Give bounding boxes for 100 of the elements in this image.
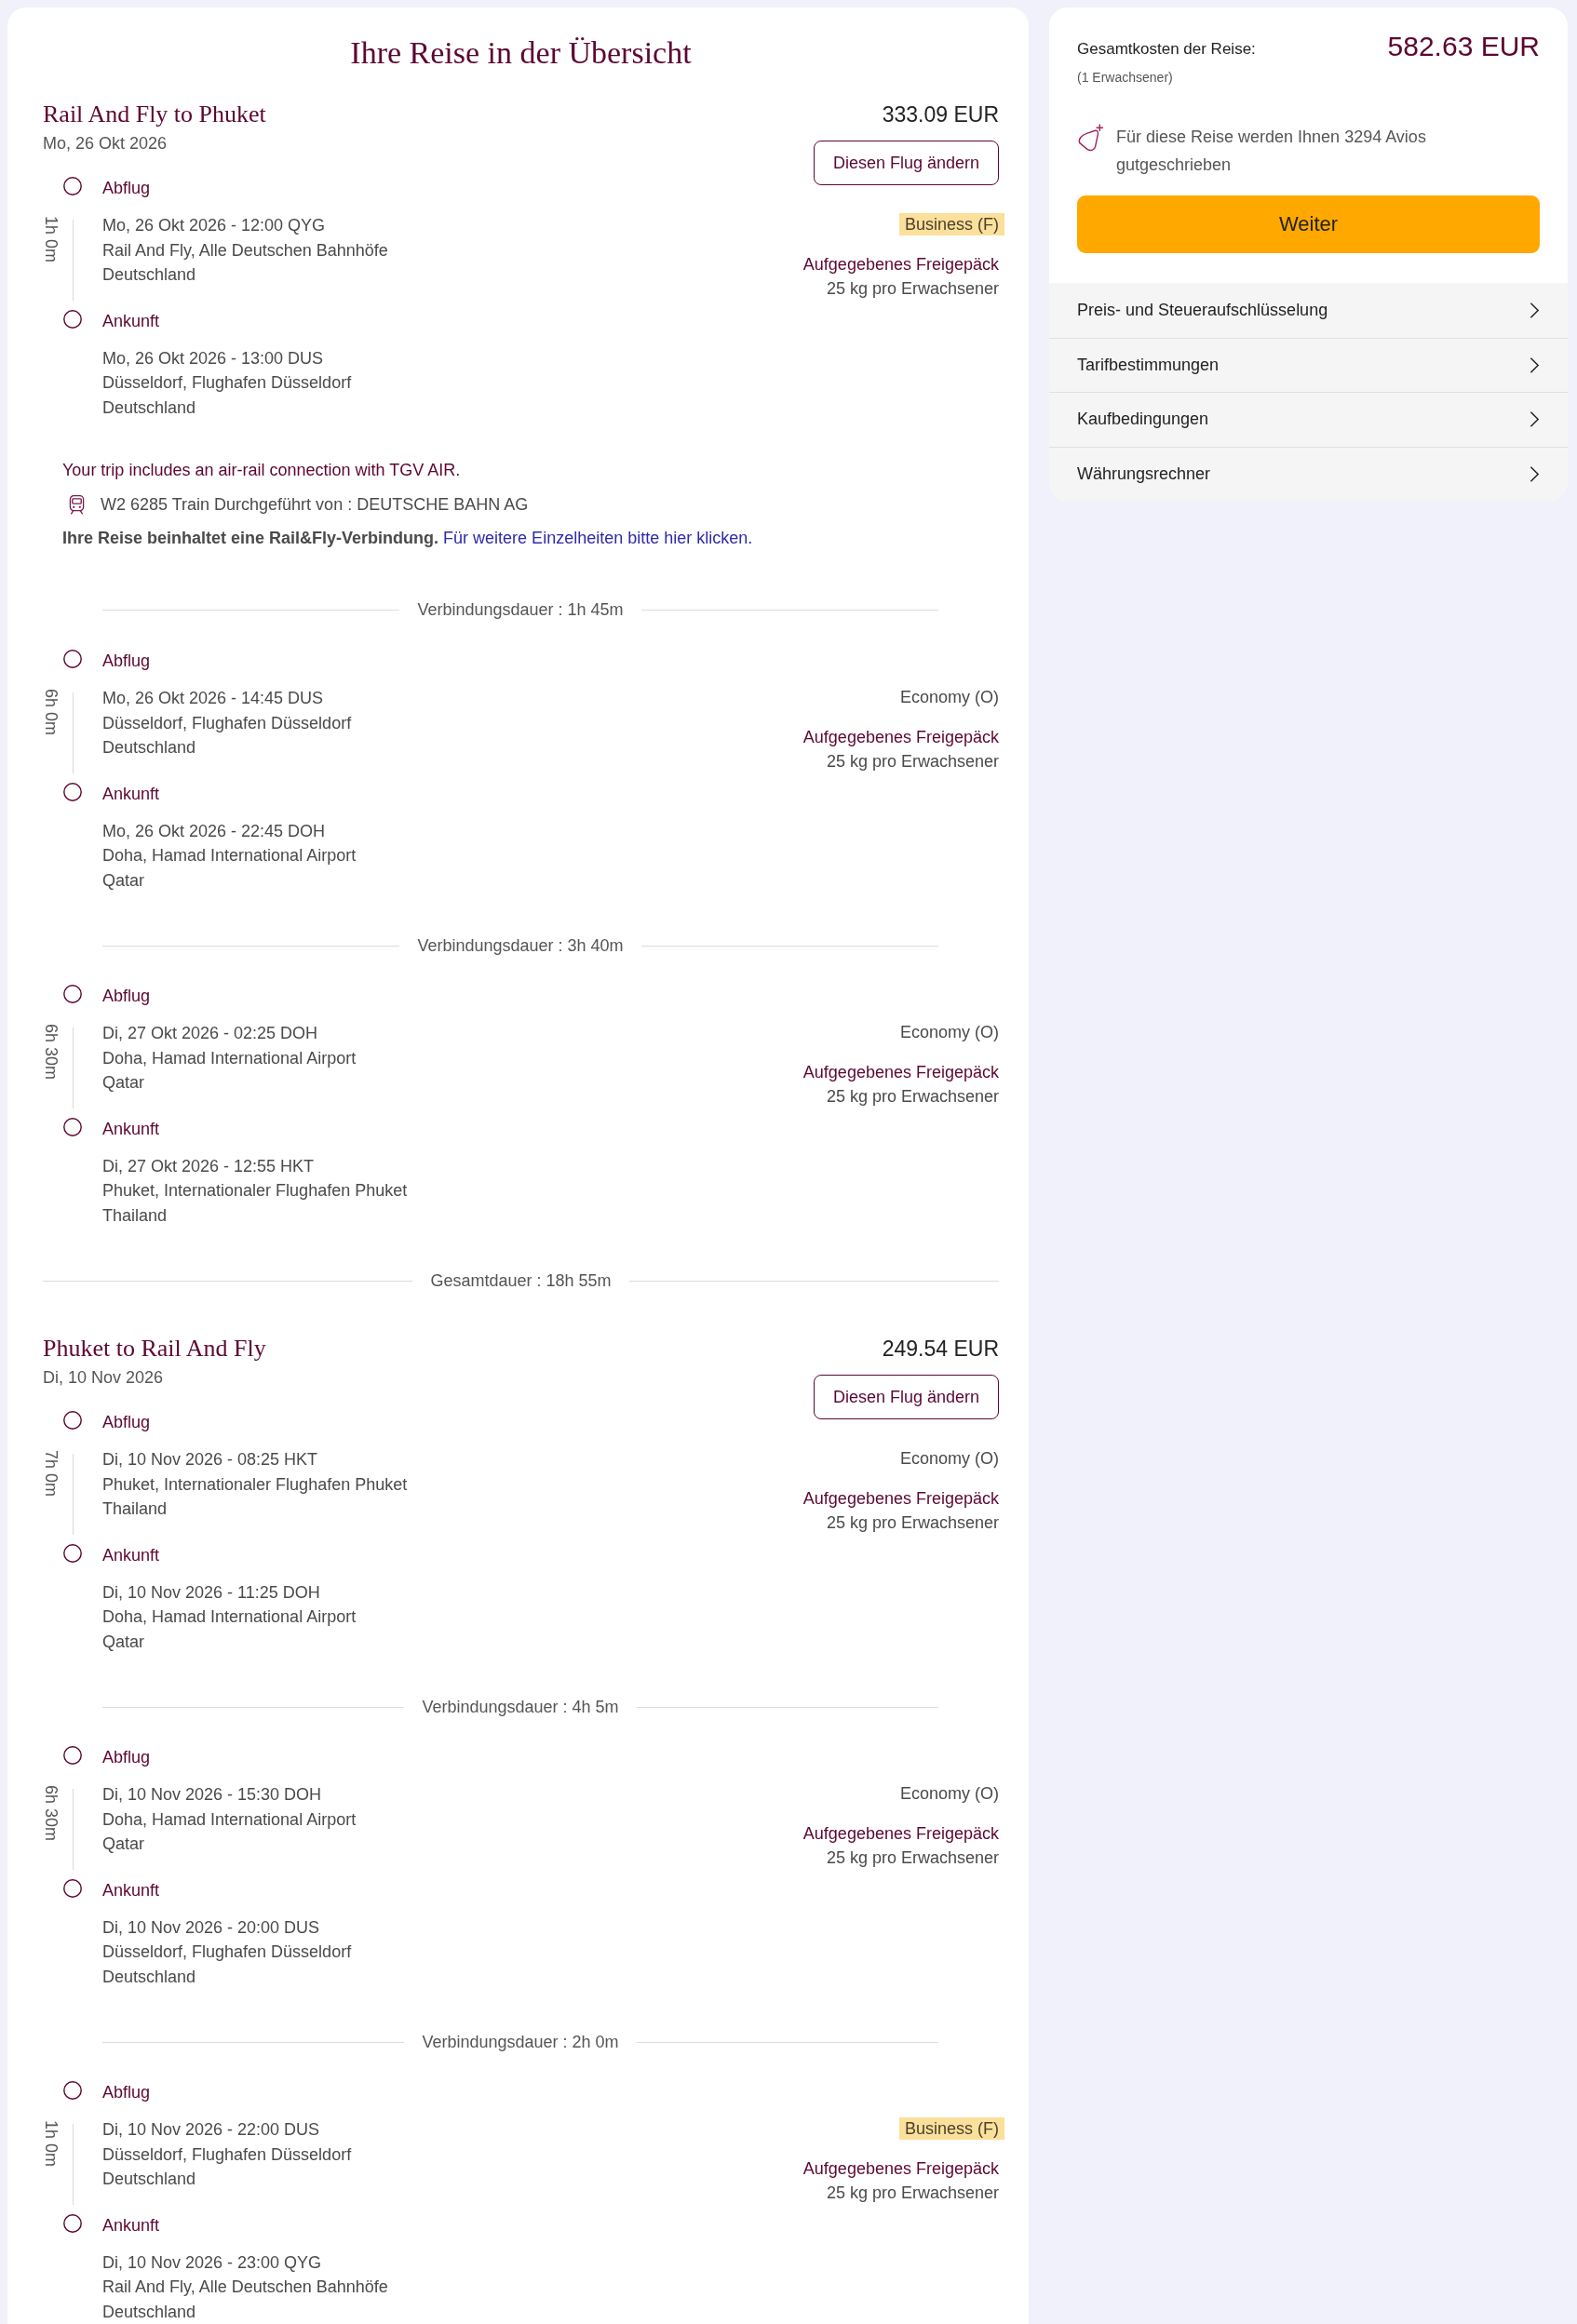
country-name: Deutschland xyxy=(102,2301,197,2323)
country-name: Thailand xyxy=(102,1204,168,1227)
baggage-allowance: 25 kg pro Erwachsener xyxy=(825,278,999,300)
airport-name: Rail And Fly, Alle Deutschen Bahnhöfe xyxy=(102,239,388,262)
country-name: Qatar xyxy=(102,1072,146,1094)
avios-note: Für diese Reise werden Ihnen 3294 Avios gutgeschrieben xyxy=(1116,127,1427,176)
timeline-circle-icon xyxy=(63,1543,82,1563)
departure-label: Abflug xyxy=(102,1747,151,1768)
details-link[interactable]: Für weitere Einzelheiten bitte hier klicken. xyxy=(443,529,753,547)
country-name: Thailand xyxy=(102,1498,168,1520)
country-name: Deutschland xyxy=(102,396,197,419)
timeline-circle-icon xyxy=(63,2081,82,2100)
timeline-circle-icon xyxy=(63,985,82,1003)
page-title: Ihre Reise in der Übersicht xyxy=(349,34,693,72)
continue-button[interactable]: Weiter xyxy=(1077,195,1540,253)
timeline-circle-icon xyxy=(63,177,82,195)
departure-label: Abflug xyxy=(102,178,151,199)
total-cost-label: Gesamtkosten der Reise: xyxy=(1077,39,1256,60)
timeline-circle-icon xyxy=(63,309,82,329)
country-name: Deutschland xyxy=(102,264,197,286)
baggage-title: Aufgegebenes Freigepäck xyxy=(802,1062,999,1083)
baggage-title: Aufgegebenes Freigepäck xyxy=(802,1488,999,1510)
arrival-label: Ankunft xyxy=(102,1544,160,1566)
connection-duration: Verbindungsdauer : 2h 0m xyxy=(421,2032,620,2053)
segment-title: Rail And Fly to Phuket xyxy=(43,100,267,129)
timeline-circle-icon xyxy=(63,650,82,668)
connection-duration: Verbindungsdauer : 3h 40m xyxy=(416,935,625,957)
baggage-allowance: 25 kg pro Erwachsener xyxy=(825,1086,999,1108)
stop-datetime: Di, 10 Nov 2026 - 08:25 HKT xyxy=(102,1449,319,1471)
flight-duration: 1h 0m xyxy=(43,2120,60,2168)
arrival-label: Ankunft xyxy=(102,310,160,332)
flight-duration: 6h 30m xyxy=(43,1785,60,1842)
stop-datetime: Mo, 26 Okt 2026 - 13:00 DUS xyxy=(102,347,325,369)
stop-datetime: Mo, 26 Okt 2026 - 22:45 DOH xyxy=(102,820,327,842)
baggage-title: Aufgegebenes Freigepäck xyxy=(802,727,999,748)
flight-duration: 6h 30m xyxy=(43,1024,60,1081)
triangle-plus-icon xyxy=(1077,124,1103,152)
stop-datetime: Mo, 26 Okt 2026 - 14:45 DUS xyxy=(102,688,325,709)
arrival-label: Ankunft xyxy=(102,1879,160,1901)
flight-duration: 1h 0m xyxy=(43,216,60,263)
connection-duration: Verbindungsdauer : 1h 45m xyxy=(416,599,625,621)
segment-price: 249.54 EUR xyxy=(882,1336,999,1363)
connection-duration: Verbindungsdauer : 4h 5m xyxy=(421,1697,620,1718)
stop-datetime: Di, 27 Okt 2026 - 02:25 DOH xyxy=(102,1023,319,1044)
total-duration: Gesamtdauer : 18h 55m xyxy=(429,1270,613,1292)
baggage-title: Aufgegebenes Freigepäck xyxy=(802,1823,999,1845)
baggage-title: Aufgegebenes Freigepäck xyxy=(802,254,999,275)
departure-label: Abflug xyxy=(102,651,151,672)
timeline-circle-icon xyxy=(63,1117,82,1136)
flight-duration: 6h 0m xyxy=(43,689,60,736)
cabin-class: Business (F) xyxy=(898,213,1004,235)
stop-datetime: Di, 10 Nov 2026 - 22:00 DUS xyxy=(102,2119,321,2141)
departure-label: Abflug xyxy=(102,986,151,1007)
train-info: W2 6285 Train Durchgeführt von : DEUTSCHE BAHN AG xyxy=(101,494,529,516)
total-price: 582.63 EUR xyxy=(1387,35,1540,58)
stop-datetime: Di, 27 Okt 2026 - 12:55 HKT xyxy=(102,1155,316,1177)
arrival-label: Ankunft xyxy=(102,1118,160,1140)
segment-price: 333.09 EUR xyxy=(882,101,999,128)
rail-notice: Your trip includes an air-rail connection with TGV AIR. xyxy=(62,460,462,481)
baggage-allowance: 25 kg pro Erwachsener xyxy=(825,1512,999,1534)
timeline-circle-icon xyxy=(63,1411,82,1430)
baggage-allowance: 25 kg pro Erwachsener xyxy=(825,2183,999,2204)
chevron-right-icon xyxy=(1530,356,1540,374)
chevron-right-icon xyxy=(1530,301,1540,319)
airport-name: Phuket, Internationaler Flughafen Phuket xyxy=(102,1473,408,1496)
baggage-title: Aufgegebenes Freigepäck xyxy=(802,2158,999,2180)
timeline-circle-icon xyxy=(63,1878,82,1898)
change-flight-button[interactable]: Diesen Flug ändern xyxy=(813,1375,999,1419)
airport-name: Rail And Fly, Alle Deutschen Bahnhöfe xyxy=(102,2277,388,2298)
stop-datetime: Di, 10 Nov 2026 - 11:25 DOH xyxy=(102,1581,321,1604)
airport-name: Düsseldorf, Flughafen Düsseldorf xyxy=(102,712,352,734)
arrival-label: Ankunft xyxy=(102,783,160,805)
stop-datetime: Mo, 26 Okt 2026 - 12:00 QYG xyxy=(102,215,327,236)
airport-name: Doha, Hamad International Airport xyxy=(102,845,357,866)
chevron-right-icon xyxy=(1530,464,1540,483)
cabin-class: Economy (O) xyxy=(899,1448,999,1470)
arrival-label: Ankunft xyxy=(102,2214,160,2237)
country-name: Qatar xyxy=(102,869,146,892)
airport-name: Düsseldorf, Flughafen Düsseldorf xyxy=(102,1941,352,1963)
train-icon xyxy=(69,493,85,516)
timeline-circle-icon xyxy=(63,782,82,801)
baggage-allowance: 25 kg pro Erwachsener xyxy=(825,1847,999,1869)
segment-date: Di, 10 Nov 2026 xyxy=(43,1367,165,1389)
traveller-count: (1 Erwachsener) xyxy=(1077,69,1174,87)
departure-label: Abflug xyxy=(102,2082,151,2103)
airport-name: Düsseldorf, Flughafen Düsseldorf xyxy=(102,2143,352,2166)
stop-datetime: Di, 10 Nov 2026 - 15:30 DOH xyxy=(102,1784,323,1806)
airport-name: Doha, Hamad International Airport xyxy=(102,1808,357,1831)
cabin-class: Economy (O) xyxy=(899,1022,999,1043)
change-flight-button[interactable]: Diesen Flug ändern xyxy=(813,141,999,185)
rail-fly-info: Ihre Reise beinhaltet eine Rail&Fly-Verbindung. Für weitere Einzelheiten bitte hier klicken. xyxy=(62,528,754,549)
segment-title: Phuket to Rail And Fly xyxy=(43,1334,267,1364)
airport-name: Phuket, Internationaler Flughafen Phuket xyxy=(102,1180,408,1202)
cabin-class: Economy (O) xyxy=(899,687,999,708)
segment-date: Mo, 26 Okt 2026 xyxy=(43,133,168,154)
chevron-right-icon xyxy=(1530,410,1540,429)
country-name: Qatar xyxy=(102,1834,146,1855)
stop-datetime: Di, 10 Nov 2026 - 20:00 DUS xyxy=(102,1916,321,1939)
country-name: Deutschland xyxy=(102,737,197,759)
departure-label: Abflug xyxy=(102,1412,151,1433)
